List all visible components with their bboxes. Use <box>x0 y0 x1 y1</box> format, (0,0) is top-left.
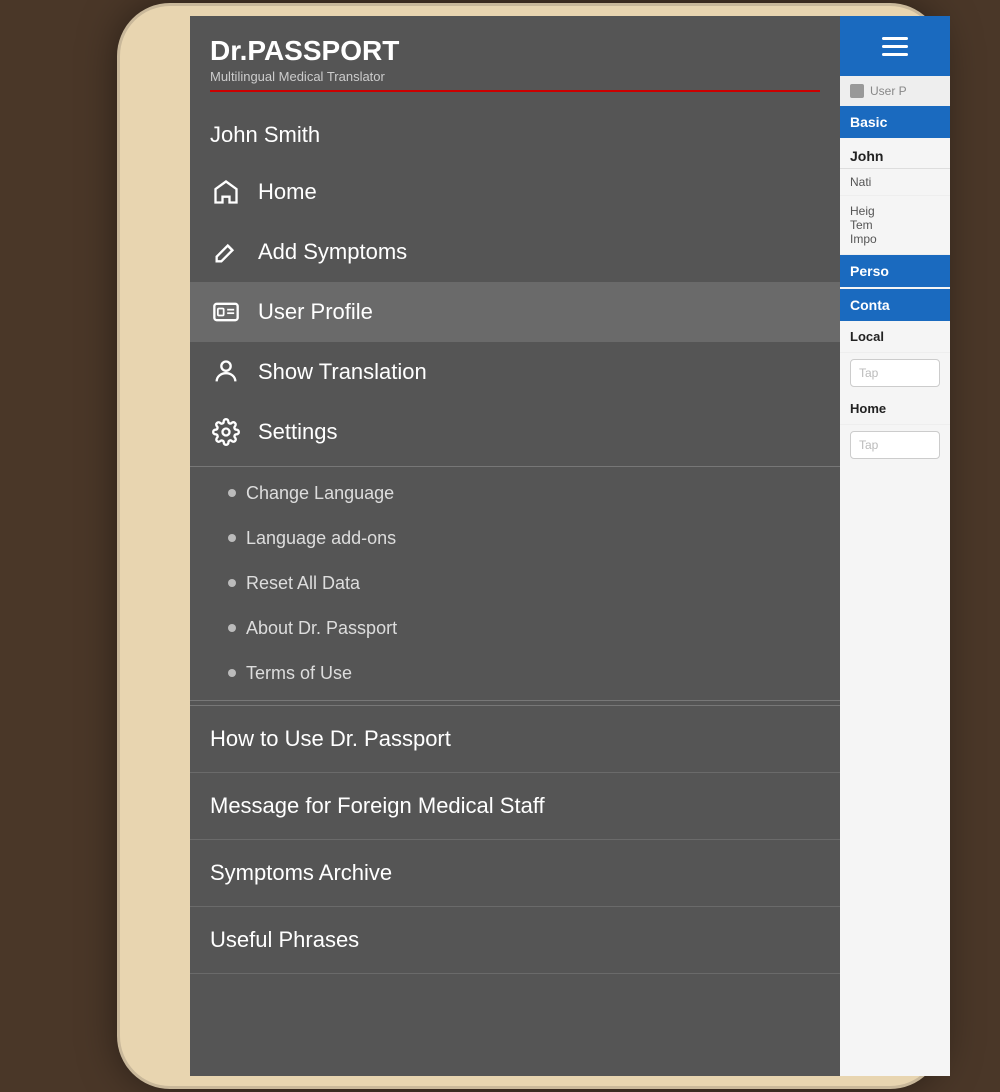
app-name: Dr.PASSPORT <box>210 36 820 67</box>
symptoms-archive-label: Symptoms Archive <box>210 860 392 885</box>
message-foreign-label: Message for Foreign Medical Staff <box>210 793 545 818</box>
sidebar-item-message-foreign[interactable]: Message for Foreign Medical Staff <box>190 773 840 840</box>
bullet-icon <box>228 489 236 497</box>
how-to-use-label: How to Use Dr. Passport <box>210 726 451 751</box>
home-placeholder: Tap <box>859 438 878 452</box>
sub-item-about[interactable]: About Dr. Passport <box>190 606 840 651</box>
user-name: John Smith <box>190 104 840 162</box>
home-input[interactable]: Tap <box>850 431 940 459</box>
sub-items: Change Language Language add-ons Reset A… <box>190 471 840 696</box>
passport-text: PASSPORT <box>247 35 399 66</box>
personal-section: Perso <box>840 255 950 287</box>
bullet-icon <box>228 624 236 632</box>
sub-item-about-label: About Dr. Passport <box>246 618 397 639</box>
person-icon <box>210 356 242 388</box>
profile-height: Heig <box>850 204 940 218</box>
profile-label: User P <box>840 76 950 106</box>
sub-item-terms[interactable]: Terms of Use <box>190 651 840 696</box>
sidebar-item-settings[interactable]: Settings <box>190 402 840 462</box>
sidebar-item-add-symptoms[interactable]: Add Symptoms <box>190 222 840 282</box>
sidebar-item-show-translation-label: Show Translation <box>258 359 427 385</box>
sidebar-item-home-label: Home <box>258 179 317 205</box>
profile-content: User P Basic John Nati Heig Tem Impo Per… <box>840 76 950 1076</box>
sidebar-item-home[interactable]: Home <box>190 162 840 222</box>
nav-items: Home Add Symptoms <box>190 162 840 1076</box>
sidebar-item-symptoms-archive[interactable]: Symptoms Archive <box>190 840 840 907</box>
sidebar-item-user-profile-label: User Profile <box>258 299 373 325</box>
sub-item-reset-data-label: Reset All Data <box>246 573 360 594</box>
sidebar-item-settings-label: Settings <box>258 419 338 445</box>
basic-section: Basic <box>840 106 950 138</box>
sidebar-item-show-translation[interactable]: Show Translation <box>190 342 840 402</box>
hamburger-icon[interactable] <box>882 37 908 56</box>
bullet-icon <box>228 579 236 587</box>
sub-item-change-language-label: Change Language <box>246 483 394 504</box>
sub-item-language-addons-label: Language add-ons <box>246 528 396 549</box>
sub-item-terms-label: Terms of Use <box>246 663 352 684</box>
profile-important: Impo <box>850 232 940 246</box>
phone-screen: Dr.PASSPORT Multilingual Medical Transla… <box>190 16 950 1076</box>
right-panel-header <box>840 16 950 76</box>
local-input[interactable]: Tap <box>850 359 940 387</box>
sub-item-change-language[interactable]: Change Language <box>190 471 840 516</box>
home-label: Home <box>850 401 886 416</box>
bottom-nav-items: How to Use Dr. Passport Message for Fore… <box>190 705 840 974</box>
pencil-icon <box>210 236 242 268</box>
sidebar-item-user-profile[interactable]: User Profile <box>190 282 840 342</box>
useful-phrases-label: Useful Phrases <box>210 927 359 952</box>
profile-name: John <box>840 138 950 169</box>
sub-item-language-addons[interactable]: Language add-ons <box>190 516 840 561</box>
home-icon <box>210 176 242 208</box>
drawer: Dr.PASSPORT Multilingual Medical Transla… <box>190 16 840 1076</box>
drawer-header: Dr.PASSPORT Multilingual Medical Transla… <box>190 16 840 104</box>
app-subtitle: Multilingual Medical Translator <box>210 69 820 92</box>
gear-icon <box>210 416 242 448</box>
phone-container: Dr.PASSPORT Multilingual Medical Transla… <box>60 6 940 1086</box>
bullet-icon <box>228 534 236 542</box>
profile-label-text: User P <box>870 84 907 98</box>
profile-temp: Tem <box>850 218 940 232</box>
contact-section: Conta <box>840 289 950 321</box>
local-label: Local <box>850 329 884 344</box>
sub-item-reset-data[interactable]: Reset All Data <box>190 561 840 606</box>
sidebar-item-useful-phrases[interactable]: Useful Phrases <box>190 907 840 974</box>
right-panel: User P Basic John Nati Heig Tem Impo Per… <box>840 16 950 1076</box>
id-card-icon <box>210 296 242 328</box>
sidebar-item-add-symptoms-label: Add Symptoms <box>258 239 407 265</box>
sidebar-item-how-to-use[interactable]: How to Use Dr. Passport <box>190 706 840 773</box>
dr-prefix: Dr. <box>210 35 247 66</box>
profile-nationality: Nati <box>840 169 950 196</box>
bullet-icon <box>228 669 236 677</box>
local-placeholder: Tap <box>859 366 878 380</box>
profile-icon <box>850 84 864 98</box>
